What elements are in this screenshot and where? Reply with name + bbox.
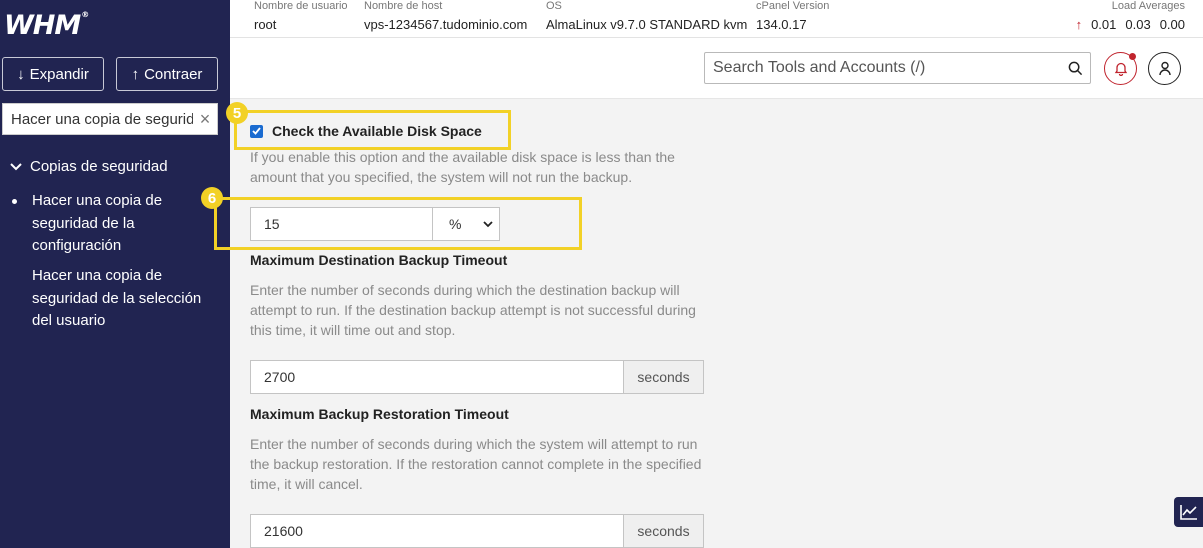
tools-search-input[interactable] [705, 59, 1060, 77]
cpanel-version-info: cPanel Version 134.0.17 [756, 0, 830, 32]
collapse-button[interactable]: ↑ Contraer [116, 57, 218, 91]
notifications-button[interactable] [1104, 52, 1137, 85]
bell-icon [1114, 62, 1127, 76]
restore-timeout-title: Maximum Backup Restoration Timeout [250, 406, 509, 422]
hostname-info: Nombre de host vps-1234567.tudominio.com [364, 0, 528, 32]
trend-chart-icon [1179, 505, 1197, 520]
tools-search [704, 52, 1091, 84]
analytics-button[interactable] [1174, 497, 1203, 527]
load-averages: Load Averages ↑ 0.01 0.03 0.00 [1075, 0, 1185, 32]
step-badge-6: 6 [201, 187, 223, 209]
sidebar: WHM® ↓ Expandir ↑ Contraer × Copias de s… [0, 0, 230, 548]
disk-space-help: If you enable this option and the availa… [250, 149, 675, 185]
step-badge-5: 5 [226, 102, 248, 124]
sidebar-search: × [2, 103, 218, 135]
dest-timeout-input[interactable]: 2700 [250, 360, 624, 394]
sidebar-group-backups[interactable]: Copias de seguridad [10, 158, 168, 175]
server-info-bar: Nombre de usuario root Nombre de host vp… [230, 0, 1203, 38]
os-info: OS AlmaLinux v9.7.0 STANDARD kvm [546, 0, 748, 32]
load-5: 0.03 [1125, 17, 1151, 32]
backup-settings-form: Check the Available Disk Space If you en… [201, 100, 1203, 548]
sidebar-item-backup-user-selection[interactable]: Hacer una copia de seguridad de la selec… [32, 265, 217, 333]
load-15: 0.00 [1159, 17, 1185, 32]
highlight-box-6 [214, 197, 582, 250]
sidebar-search-input[interactable] [3, 110, 193, 128]
load-1: 0.01 [1091, 17, 1117, 32]
header [230, 38, 1203, 99]
clear-search-icon[interactable]: × [193, 109, 217, 130]
restore-timeout-unit: seconds [624, 514, 704, 548]
dest-timeout-title: Maximum Destination Backup Timeout [250, 252, 508, 268]
arrow-up-icon: ↑ [131, 65, 140, 83]
sidebar-item-backup-config[interactable]: Hacer una copia de seguridad de la confi… [32, 190, 217, 258]
chevron-down-icon [10, 162, 22, 170]
user-menu-button[interactable] [1148, 52, 1181, 85]
user-icon [1158, 61, 1171, 76]
highlight-box-5 [234, 110, 511, 150]
search-icon[interactable] [1060, 61, 1090, 76]
dest-timeout-unit: seconds [624, 360, 704, 394]
username-info: Nombre de usuario root [254, 0, 348, 32]
expand-button[interactable]: ↓ Expandir [2, 57, 104, 91]
whm-logo[interactable]: WHM® [4, 10, 89, 41]
restore-timeout-help: Enter the number of seconds during which… [250, 436, 702, 492]
arrow-up-icon: ↑ [1075, 17, 1083, 32]
notification-dot [1129, 53, 1136, 60]
arrow-down-icon: ↓ [17, 65, 25, 83]
dest-timeout-help: Enter the number of seconds during which… [250, 282, 696, 338]
restore-timeout-input[interactable]: 21600 [250, 514, 624, 548]
active-bullet [12, 199, 17, 204]
